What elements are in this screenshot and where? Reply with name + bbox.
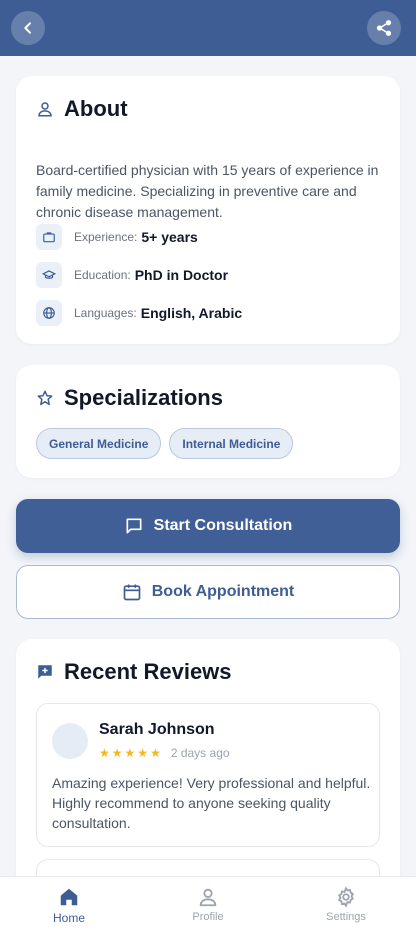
star-icon: ★ — [150, 746, 161, 760]
review-item — [36, 859, 380, 876]
recent-reviews-card: Recent Reviews Sarah Johnson ★ ★ ★ ★ ★ 2… — [16, 639, 400, 876]
book-appointment-button[interactable]: Book Appointment — [16, 565, 400, 619]
start-consultation-button[interactable]: Start Consultation — [16, 499, 400, 553]
person-icon — [199, 888, 217, 907]
info-label: Experience: — [74, 230, 138, 244]
about-card: About Board-certified physician with 15 … — [16, 76, 400, 344]
reviews-heading: Recent Reviews — [36, 659, 232, 685]
nav-settings[interactable]: Settings — [306, 886, 386, 923]
start-consultation-label: Start Consultation — [153, 517, 293, 534]
about-description: Board-certified physician with 15 years … — [36, 162, 379, 220]
review-text: Amazing experience! Very professional an… — [52, 775, 371, 831]
specializations-title: Specializations — [64, 385, 223, 410]
nav-settings-label: Settings — [326, 911, 366, 923]
top-app-bar — [0, 0, 416, 56]
home-icon — [60, 888, 78, 906]
reviews-title: Recent Reviews — [64, 659, 232, 684]
avatar — [52, 723, 88, 759]
specialization-chips: General Medicine Internal Medicine — [36, 428, 294, 459]
globe-icon — [36, 300, 62, 326]
reviewer-name: Sarah Johnson — [99, 721, 215, 738]
review-item: Sarah Johnson ★ ★ ★ ★ ★ 2 days ago Amazi… — [36, 703, 380, 847]
back-button[interactable] — [11, 11, 45, 45]
info-row-languages: Languages: English, Arabic — [36, 300, 242, 326]
about-title: About — [64, 96, 128, 121]
specializations-heading: Specializations — [36, 385, 223, 411]
review-date: 2 days ago — [170, 746, 230, 760]
share-button[interactable] — [367, 11, 401, 45]
chat-icon — [126, 518, 142, 534]
scroll-content[interactable]: About Board-certified physician with 15 … — [0, 56, 416, 876]
about-heading: About — [36, 96, 128, 122]
nav-profile-label: Profile — [192, 911, 224, 923]
chip-internal-medicine[interactable]: Internal Medicine — [169, 428, 294, 459]
specializations-card: Specializations General Medicine Interna… — [16, 365, 400, 478]
chevron-left-icon — [24, 22, 31, 34]
star-icon: ★ — [137, 746, 149, 760]
gear-icon — [338, 886, 354, 908]
review-meta: ★ ★ ★ ★ ★ 2 days ago — [99, 746, 230, 760]
info-row-education: Education: PhD in Doctor — [36, 262, 228, 288]
briefcase-icon — [36, 224, 62, 250]
nav-home[interactable]: Home — [29, 886, 109, 925]
review-icon — [36, 663, 54, 681]
star-icon: ★ — [111, 746, 123, 760]
nav-profile[interactable]: Profile — [168, 886, 248, 923]
info-label: Education: — [74, 268, 131, 282]
info-row-experience: Experience: 5+ years — [36, 224, 198, 250]
info-value: PhD in Doctor — [134, 267, 229, 283]
chip-general-medicine[interactable]: General Medicine — [36, 428, 162, 459]
person-icon — [36, 100, 54, 118]
info-value: English, Arabic — [140, 305, 243, 321]
share-icon — [376, 20, 392, 36]
nav-home-label: Home — [52, 911, 85, 925]
info-label: Languages: — [74, 306, 137, 320]
star-icon: ★ — [99, 746, 110, 760]
info-value: 5+ years — [141, 229, 198, 245]
calendar-icon — [123, 584, 141, 601]
bottom-navigation: Home Profile Settings — [0, 876, 416, 932]
graduation-cap-icon — [36, 262, 62, 288]
star-outline-icon — [36, 389, 54, 407]
star-icon: ★ — [124, 746, 136, 760]
book-appointment-label: Book Appointment — [151, 583, 295, 600]
